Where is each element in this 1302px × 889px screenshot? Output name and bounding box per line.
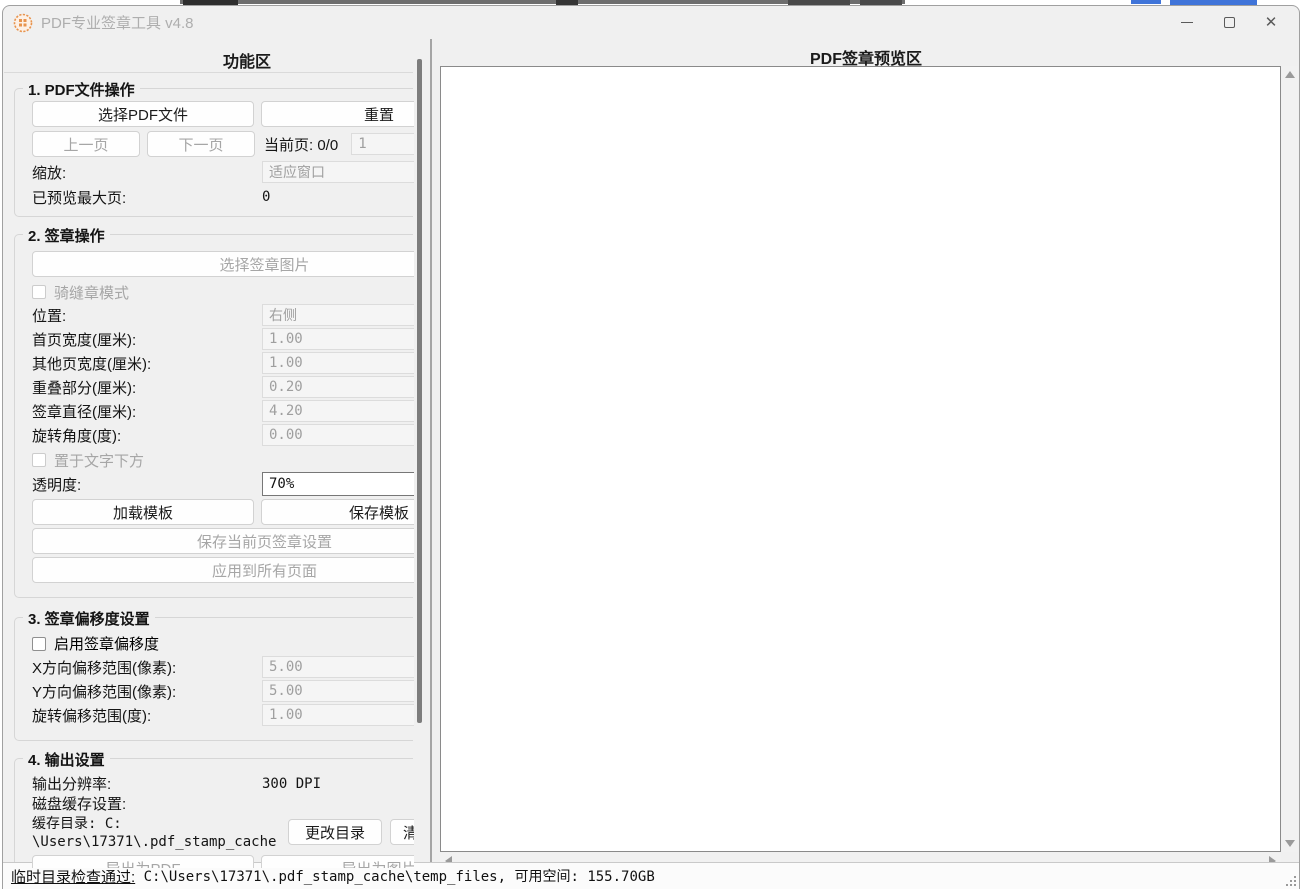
resolution-value: 300 DPI — [262, 776, 321, 792]
function-panel-content: 功能区 1. PDF文件操作 选择PDF文件 重置 上一页 下一页 — [4, 39, 414, 868]
export-image-button[interactable]: 导出为图片 — [261, 855, 414, 868]
app-stamp-icon — [13, 13, 33, 33]
zoom-label: 缩放: — [32, 162, 262, 183]
position-label: 位置: — [32, 305, 262, 326]
opacity-input[interactable]: 70% — [262, 472, 414, 496]
position-combobox[interactable]: 右侧 — [262, 304, 414, 326]
group-title: 3. 签章偏移度设置 — [23, 608, 155, 629]
reset-button[interactable]: 重置 — [261, 101, 414, 127]
function-panel: 功能区 1. PDF文件操作 选择PDF文件 重置 上一页 下一页 — [4, 39, 414, 868]
page-number-input[interactable]: 1 — [351, 133, 414, 155]
under-text-checkbox[interactable]: 置于文字下方 — [14, 449, 414, 471]
group-output-settings: 4. 输出设置 输出分辨率: 300 DPI 磁盘缓存设置: 缓存目录: C: … — [14, 749, 414, 868]
max-preview-label: 已预览最大页: — [32, 187, 262, 208]
rotation-offset-input[interactable]: 1.00 — [262, 704, 414, 726]
load-template-button[interactable]: 加载模板 — [32, 499, 254, 525]
next-page-button[interactable]: 下一页 — [147, 131, 255, 157]
status-text: C:\Users\17371\.pdf_stamp_cache\temp_fil… — [135, 866, 655, 886]
other-page-width-label: 其他页宽度(厘米): — [32, 353, 262, 374]
x-offset-label: X方向偏移范围(像素): — [32, 657, 262, 678]
maximize-icon — [1224, 17, 1235, 28]
scrollbar-thumb[interactable] — [417, 59, 422, 723]
clean-cache-button[interactable]: 清理缓存 — [390, 819, 414, 845]
group-title: 2. 签章操作 — [23, 225, 110, 246]
rotation-angle-input[interactable]: 0.00 — [262, 424, 414, 446]
checkbox-icon — [32, 453, 46, 467]
preview-vertical-scrollbar[interactable] — [1282, 66, 1298, 852]
group-title: 1. PDF文件操作 — [23, 79, 140, 100]
minimize-icon — [1181, 22, 1193, 23]
apply-to-all-pages-button[interactable]: 应用到所有页面 — [32, 557, 414, 583]
close-button[interactable]: ✕ — [1257, 9, 1285, 37]
stamp-diameter-label: 签章直径(厘米): — [32, 401, 262, 422]
checkbox-icon — [32, 637, 46, 651]
preview-panel-title: PDF签章预览区 — [433, 39, 1299, 69]
scroll-up-icon[interactable] — [1285, 71, 1295, 78]
select-stamp-image-button[interactable]: 选择签章图片 — [32, 251, 414, 277]
first-page-width-label: 首页宽度(厘米): — [32, 329, 262, 350]
cross-page-stamp-checkbox[interactable]: 骑缝章模式 — [14, 281, 414, 303]
overlap-input[interactable]: 0.20 — [262, 376, 414, 398]
other-page-width-input[interactable]: 1.00 — [262, 352, 414, 374]
group-stamp-operations: 2. 签章操作 选择签章图片 骑缝章模式 位置: 右侧 — [14, 225, 414, 598]
group-pdf-file-operations: 1. PDF文件操作 选择PDF文件 重置 上一页 下一页 当前页: 0/0 1 — [14, 79, 414, 217]
titlebar[interactable]: PDF专业签章工具 v4.8 ✕ — [3, 6, 1299, 39]
change-directory-button[interactable]: 更改目录 — [288, 819, 382, 845]
rotation-angle-label: 旋转角度(度): — [32, 425, 262, 446]
rotation-offset-label: 旋转偏移范围(度): — [32, 705, 262, 726]
x-offset-input[interactable]: 5.00 — [262, 656, 414, 678]
group-offset-settings: 3. 签章偏移度设置 启用签章偏移度 X方向偏移范围(像素): 5.00 Y方向… — [14, 608, 414, 741]
window-controls: ✕ — [1173, 6, 1285, 39]
overlap-label: 重叠部分(厘米): — [32, 377, 262, 398]
checkbox-label: 骑缝章模式 — [54, 282, 129, 303]
maximize-button[interactable] — [1215, 9, 1243, 37]
checkbox-icon — [32, 285, 46, 299]
preview-panel: PDF签章预览区 — [433, 39, 1299, 868]
y-offset-input[interactable]: 5.00 — [262, 680, 414, 702]
resize-grip[interactable] — [1280, 870, 1296, 886]
checkbox-label: 启用签章偏移度 — [54, 633, 159, 654]
first-page-width-input[interactable]: 1.00 — [262, 328, 414, 350]
function-panel-title: 功能区 — [4, 39, 414, 72]
select-pdf-button[interactable]: 选择PDF文件 — [32, 101, 254, 127]
current-page-label: 当前页: 0/0 — [264, 134, 338, 155]
zoom-combobox[interactable]: 适应窗口 — [262, 161, 414, 183]
opacity-label: 透明度: — [32, 474, 262, 495]
panel-splitter[interactable] — [430, 39, 432, 868]
app-window: PDF专业签章工具 v4.8 ✕ 功能区 1. PDF文件操作 选择PDF文件 — [2, 5, 1300, 889]
export-pdf-button[interactable]: 导出为PDF — [32, 855, 254, 868]
pdf-preview-canvas — [440, 66, 1281, 852]
resolution-label: 输出分辨率: — [32, 773, 262, 794]
prev-page-button[interactable]: 上一页 — [32, 131, 140, 157]
minimize-button[interactable] — [1173, 9, 1201, 37]
divider — [4, 72, 414, 73]
save-template-button[interactable]: 保存模板 — [261, 499, 414, 525]
max-preview-value: 0 — [262, 189, 270, 205]
enable-offset-checkbox[interactable]: 启用签章偏移度 — [14, 632, 414, 655]
screen: PDF专业签章工具 v4.8 ✕ 功能区 1. PDF文件操作 选择PDF文件 — [0, 0, 1302, 889]
background-window-fragment — [1131, 0, 1161, 4]
status-prefix: 临时目录检查通过: — [11, 866, 135, 887]
cache-settings-label: 磁盘缓存设置: — [14, 794, 414, 813]
y-offset-label: Y方向偏移范围(像素): — [32, 681, 262, 702]
save-current-page-settings-button[interactable]: 保存当前页签章设置 — [32, 528, 414, 554]
checkbox-label: 置于文字下方 — [54, 450, 144, 471]
stamp-diameter-input[interactable]: 4.20 — [262, 400, 414, 422]
close-icon: ✕ — [1265, 15, 1278, 30]
group-title: 4. 输出设置 — [23, 749, 110, 770]
function-panel-scrollbar[interactable] — [413, 39, 426, 868]
scroll-down-icon[interactable] — [1285, 840, 1295, 847]
window-title: PDF专业签章工具 v4.8 — [41, 12, 194, 33]
